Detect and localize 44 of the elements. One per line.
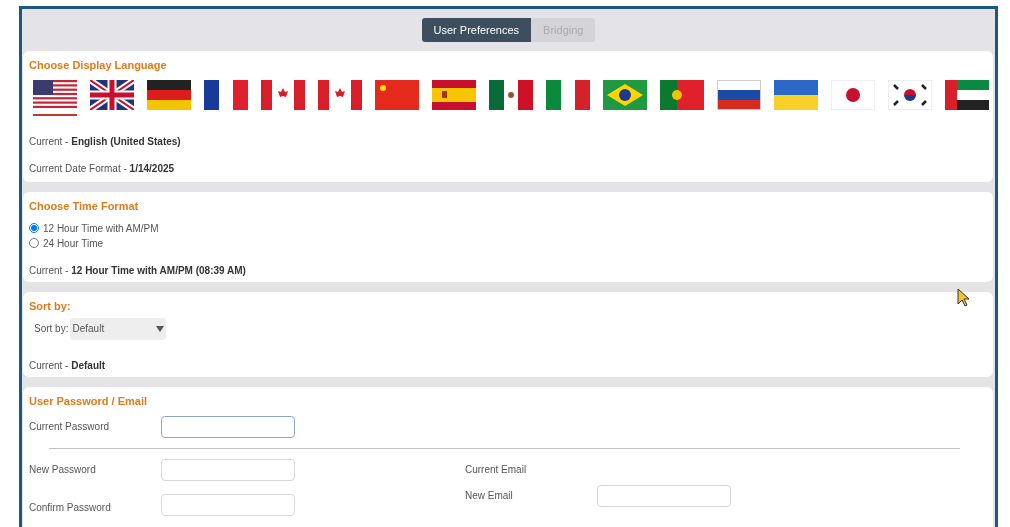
mouse-pointer-icon bbox=[957, 288, 970, 307]
sort-label: Sort by: bbox=[34, 322, 69, 336]
flag-icon bbox=[603, 79, 647, 110]
flag-icon bbox=[90, 79, 134, 110]
language-flag-button[interactable] bbox=[33, 79, 77, 116]
flag-icon bbox=[888, 79, 932, 110]
flag-icon bbox=[546, 79, 590, 110]
flag-icon bbox=[261, 79, 305, 110]
section-title: Sort by: bbox=[29, 299, 72, 314]
new-email-field[interactable] bbox=[597, 484, 731, 507]
field-label: Current Email bbox=[465, 462, 528, 477]
flag-icon bbox=[774, 79, 818, 110]
current-password-field[interactable] bbox=[161, 415, 295, 438]
flag-icon bbox=[945, 79, 989, 110]
section-title: User Password / Email bbox=[29, 394, 148, 409]
flag-icon bbox=[375, 79, 419, 110]
caret-icon bbox=[156, 325, 165, 332]
flag-icon bbox=[489, 79, 533, 110]
section-title: Choose Time Format bbox=[29, 199, 140, 214]
field-label: New Email bbox=[465, 489, 514, 503]
flag-icon bbox=[33, 79, 77, 110]
current-time-format: Current - 12 Hour Time with AM/PM (08:39 AM) bbox=[29, 263, 247, 278]
flag-icon bbox=[432, 79, 476, 110]
new-password-field[interactable] bbox=[161, 458, 295, 481]
flag-icon bbox=[318, 79, 362, 110]
flag-icon bbox=[831, 79, 875, 110]
flag-icon bbox=[204, 79, 248, 110]
radio-button[interactable] bbox=[29, 238, 39, 248]
field-label: Current Password bbox=[29, 420, 111, 434]
section-title: Choose Display Language bbox=[29, 58, 168, 73]
field-label: Confirm Password bbox=[29, 501, 112, 515]
field-label: New Password bbox=[29, 463, 97, 477]
sort-dropdown[interactable]: Default bbox=[70, 317, 167, 340]
flag-icon bbox=[147, 79, 191, 110]
radio-button[interactable] bbox=[29, 223, 39, 233]
current-date-format: Current Date Format - 1/14/2025 bbox=[29, 161, 176, 176]
radio-label: 12 Hour Time with AM/PM bbox=[43, 221, 159, 236]
radio-label: 24 Hour Time bbox=[43, 236, 104, 251]
current-language: Current - English (United States) bbox=[29, 134, 182, 149]
flag-icon bbox=[660, 79, 704, 110]
current-sort: Current - Default bbox=[29, 358, 107, 373]
tab[interactable]: User Preferences bbox=[421, 18, 532, 42]
confirm-password-field[interactable] bbox=[161, 493, 295, 516]
flag-icon bbox=[717, 79, 761, 110]
